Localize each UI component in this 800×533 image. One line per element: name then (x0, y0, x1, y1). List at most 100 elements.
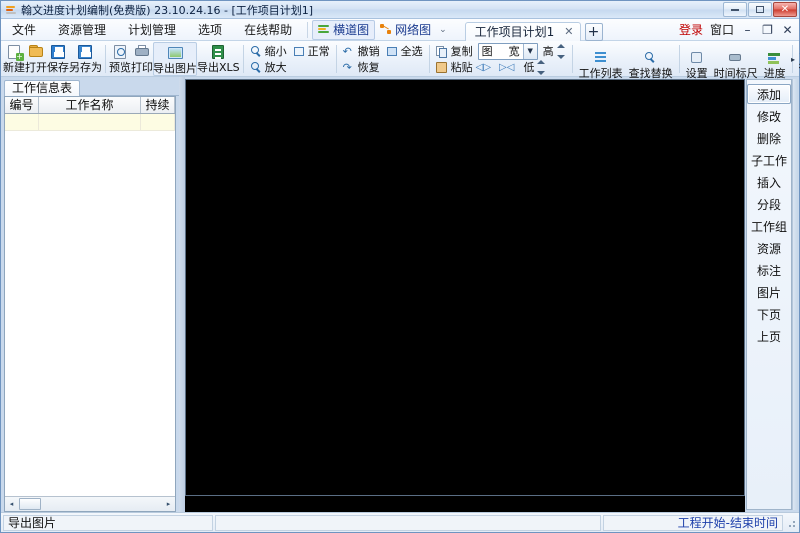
scroll-left-icon[interactable]: ◂ (5, 498, 18, 511)
toolbar-button-save-as-label: 另存为 (69, 61, 102, 74)
toolbar-row: ◁▷ ▷◁ 低 (476, 59, 569, 75)
status-bar: 导出图片 工程开始-结束时间 (1, 512, 799, 532)
grid-header-duration[interactable]: 持续 (141, 97, 175, 113)
menu-item-resource[interactable]: 资源管理 (47, 20, 117, 40)
toolbar-button-progress[interactable]: 进度 (761, 51, 789, 83)
grid-header-id[interactable]: 编号 (5, 97, 39, 113)
gantt-chart-canvas[interactable] (185, 79, 745, 496)
toolbar-separator (242, 45, 244, 73)
toolbar-button-save[interactable]: 保存 (47, 42, 69, 76)
window-maximize-button[interactable] (748, 2, 772, 17)
chart-area (185, 77, 745, 512)
grid-header-name[interactable]: 工作名称 (39, 97, 141, 113)
toolbar-button-time-ruler[interactable]: 时间标尺 (711, 51, 761, 83)
toolbar-group-clipboard: 复制 粘贴 (433, 42, 476, 76)
toolbar-button-export-xls[interactable]: 导出XLS (197, 42, 240, 76)
action-button-next-page[interactable]: 下页 (747, 304, 791, 324)
menu-item-file[interactable]: 文件 (1, 20, 47, 40)
toolbar-button-zoom-in[interactable]: 放大 (247, 59, 290, 75)
scrollbar-thumb[interactable] (19, 498, 41, 510)
action-button-add[interactable]: 添加 (747, 84, 791, 104)
toolbar-button-open[interactable]: 打开 (25, 42, 47, 76)
select-all-icon (386, 45, 399, 58)
toolbar-button-copy-label: 复制 (450, 45, 473, 58)
chart-height-spinner-down[interactable] (537, 59, 546, 75)
toolbar-button-copy[interactable]: 复制 (433, 43, 476, 59)
toolbar-button-zoom-out[interactable]: 缩小 (247, 43, 290, 59)
login-button[interactable]: 登录 (679, 21, 703, 38)
document-tab-label: 工作项目计划1 (474, 25, 555, 39)
chevron-down-icon[interactable]: ▼ (522, 43, 537, 59)
chevron-down-icon[interactable]: ⌄ (439, 25, 447, 35)
toolbar-button-time-ruler-label: 时间标尺 (713, 66, 758, 80)
add-tab-button[interactable]: + (584, 22, 603, 41)
action-button-resource[interactable]: 资源 (747, 238, 791, 258)
action-button-subtask[interactable]: 子工作 (747, 150, 791, 170)
toolbar-separator (428, 45, 430, 73)
menu-item-help[interactable]: 在线帮助 (233, 20, 303, 40)
toolbar-button-save-as[interactable]: 另存为 (69, 42, 102, 76)
toolbar-button-new-label: 新建 (3, 61, 25, 74)
toolbar-button-export-image[interactable]: 导出图片 (153, 42, 197, 76)
toolbar-button-new[interactable]: + 新建 (3, 42, 25, 76)
grid-cell-id[interactable] (5, 114, 39, 130)
grid-horizontal-scrollbar[interactable]: ◂ ▸ (5, 496, 175, 511)
canvas-horizontal-scrollbar[interactable] (185, 496, 745, 512)
chart-height-low[interactable]: 低 (520, 59, 549, 75)
menu-bar: 文件 资源管理 计划管理 选项 在线帮助 横道图 网络图 ⌄ 工作项目计划1 ✕… (1, 19, 799, 41)
menu-item-plan[interactable]: 计划管理 (117, 20, 187, 40)
menu-item-options[interactable]: 选项 (187, 20, 233, 40)
toolbar-button-redo[interactable]: ↷ 恢复 (340, 59, 383, 75)
chart-height-high[interactable]: 高 (540, 43, 569, 59)
toolbar-row: 工作列表 查找替换 (576, 51, 676, 80)
toolbar-overflow-button[interactable]: ▸ (789, 49, 797, 69)
window-minimize-button[interactable] (723, 2, 747, 17)
toolbar-button-paste[interactable]: 粘贴 (433, 59, 476, 75)
toolbar-button-settings[interactable]: 设置 (683, 51, 711, 83)
window-close-button[interactable]: ✕ (773, 2, 797, 17)
action-button-prev-page[interactable]: 上页 (747, 326, 791, 346)
toolbar-button-export-image-label: 导出图片 (153, 62, 197, 75)
zoom-in-icon (250, 61, 263, 74)
action-button-image[interactable]: 图片 (747, 282, 791, 302)
mdi-restore-button[interactable]: ❐ (761, 23, 774, 37)
toolbar-row: 缩小 正常 (247, 43, 333, 59)
view-button-gantt[interactable]: 横道图 (312, 19, 376, 40)
toolbar-button-select-all[interactable]: 全选 (383, 43, 426, 59)
document-tab[interactable]: 工作项目计划1 ✕ (464, 21, 581, 41)
action-button-insert[interactable]: 插入 (747, 172, 791, 192)
table-row[interactable] (5, 114, 175, 131)
toolbar-button-zoom-normal[interactable]: 正常 (290, 43, 333, 59)
toolbar-button-undo[interactable]: ↶ 撤销 (340, 43, 383, 59)
status-right[interactable]: 工程开始-结束时间 (603, 514, 783, 531)
right-pane-scrollbar[interactable] (792, 79, 798, 510)
view-button-network[interactable]: 网络图 (375, 20, 436, 40)
action-button-workgroup[interactable]: 工作组 (747, 216, 791, 236)
toolbar-button-work-list[interactable]: 工作列表 (576, 51, 626, 83)
scroll-right-icon[interactable]: ▸ (162, 498, 175, 511)
grid-rows[interactable] (5, 114, 175, 496)
chart-nav-right[interactable]: ▷◁ (499, 62, 514, 73)
mdi-close-button[interactable]: ✕ (781, 23, 794, 37)
toolbar-group-edit: ↶ 撤销 全选 ↷ 恢复 (340, 42, 426, 76)
action-button-split[interactable]: 分段 (747, 194, 791, 214)
action-button-modify[interactable]: 修改 (747, 106, 791, 126)
action-button-delete[interactable]: 删除 (747, 128, 791, 148)
tab-work-info[interactable]: 工作信息表 (4, 80, 81, 96)
title-bar: 翰文进度计划编制(免费版) 23.10.24.16 - [工作项目计划1] ✕ (1, 1, 799, 19)
toolbar-button-paste-label: 粘贴 (450, 61, 473, 74)
settings-icon (690, 51, 703, 64)
action-button-annotation[interactable]: 标注 (747, 260, 791, 280)
toolbar-button-print[interactable]: 打印 (131, 42, 153, 76)
chart-width-combo[interactable]: 图 宽 ▼ (477, 42, 538, 60)
toolbar-button-find-replace[interactable]: 查找替换 (626, 51, 676, 83)
chart-height-spinner-up[interactable] (556, 43, 566, 59)
grid-cell-name[interactable] (39, 114, 141, 130)
close-icon[interactable]: ✕ (564, 25, 573, 38)
mdi-minimize-button[interactable]: – (741, 23, 754, 37)
toolbar-button-preview[interactable]: 预览 (109, 42, 131, 76)
resize-grip-icon[interactable] (785, 517, 797, 529)
grid-cell-duration[interactable] (141, 114, 175, 130)
chart-nav-left[interactable]: ◁▷ (476, 62, 491, 73)
window-menu-button[interactable]: 窗口 (710, 21, 734, 38)
